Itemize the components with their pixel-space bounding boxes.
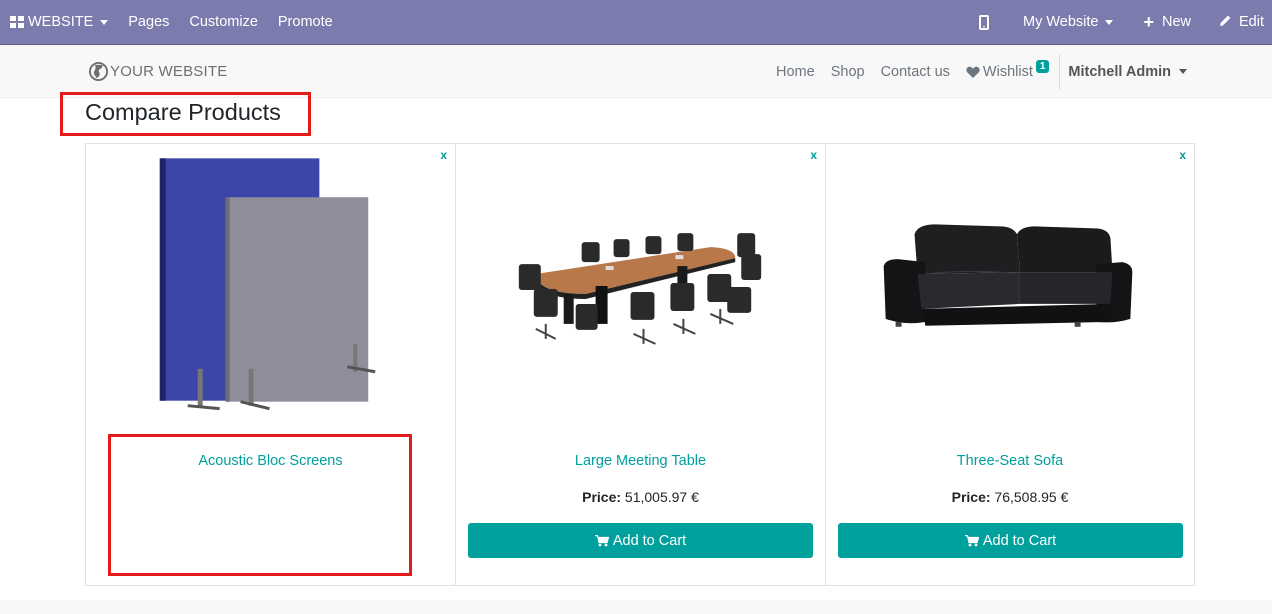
chevron-down-icon [1105,19,1114,25]
add-to-cart-label: Add to Cart [982,532,1057,549]
mobile-icon [978,14,989,30]
chevron-down-icon [100,19,109,25]
price-value: 51,005.97 € [624,489,699,505]
mobile-preview-button[interactable] [965,0,1007,44]
footer-strip [0,600,1272,614]
nav-contact[interactable]: Contact us [873,64,958,80]
plus-icon: + [1143,12,1154,32]
add-to-cart-label: Add to Cart [612,532,687,549]
product-image-meeting-table[interactable] [456,154,825,424]
product-image-sofa[interactable] [826,154,1194,424]
admin-left: WEBSITE Pages Customize Promote [0,0,343,44]
product-price: Price: 51,005.97 € [456,489,825,505]
add-to-cart-button[interactable]: Add to Cart [838,523,1183,558]
site-header: YOUR WEBSITE Home Shop Contact us Wishli… [0,45,1272,98]
website-selector-label: My Website [1022,14,1099,30]
menu-pages[interactable]: Pages [118,0,179,44]
product-image-acoustic-screens[interactable] [86,154,455,424]
user-menu[interactable]: Mitchell Admin [1060,64,1187,80]
website-brand-label: WEBSITE [28,14,94,30]
price-label: Price: [951,489,991,505]
heart-icon [966,66,980,78]
product-column: x Three-Seat Sofa Price: 76,508.95 € Add… [826,144,1194,585]
globe-icon [89,62,108,81]
admin-bar: WEBSITE Pages Customize Promote My Websi… [0,0,1272,45]
new-label: New [1161,14,1191,30]
website-apps-menu[interactable]: WEBSITE [0,0,118,44]
product-name-link[interactable]: Large Meeting Table [456,453,825,469]
nav-wishlist[interactable]: Wishlist 1 [958,60,1058,80]
product-name-link[interactable]: Three-Seat Sofa [826,453,1194,469]
menu-promote[interactable]: Promote [268,0,343,44]
user-name: Mitchell Admin [1068,63,1171,80]
menu-customize[interactable]: Customize [179,0,268,44]
site-logo[interactable]: YOUR WEBSITE [89,62,227,81]
apps-grid-icon [10,16,24,28]
product-column: x Large Meeting Table Price: 51,005.97 €… [456,144,826,585]
edit-button[interactable]: Edit [1205,0,1272,44]
admin-right: My Website + New Edit [965,0,1272,44]
edit-label: Edit [1239,14,1264,30]
chevron-down-icon [1179,69,1187,74]
cart-icon [964,534,979,546]
wishlist-count-badge: 1 [1035,60,1050,73]
nav-home[interactable]: Home [768,64,823,80]
product-price: Price: 76,508.95 € [826,489,1194,505]
name-highlight-box [108,434,412,576]
wishlist-label: Wishlist [982,63,1033,80]
add-to-cart-button[interactable]: Add to Cart [468,523,813,558]
website-selector[interactable]: My Website [1007,0,1129,44]
new-button[interactable]: + New [1129,0,1205,44]
pencil-icon [1219,14,1232,31]
price-value: 76,508.95 € [994,489,1069,505]
logo-text: YOUR WEBSITE [110,63,228,80]
cart-icon [594,534,609,546]
nav-shop[interactable]: Shop [823,64,873,80]
price-label: Price: [582,489,622,505]
site-nav: Home Shop Contact us Wishlist 1 Mitchell… [768,45,1187,98]
title-highlight-box [60,92,311,136]
